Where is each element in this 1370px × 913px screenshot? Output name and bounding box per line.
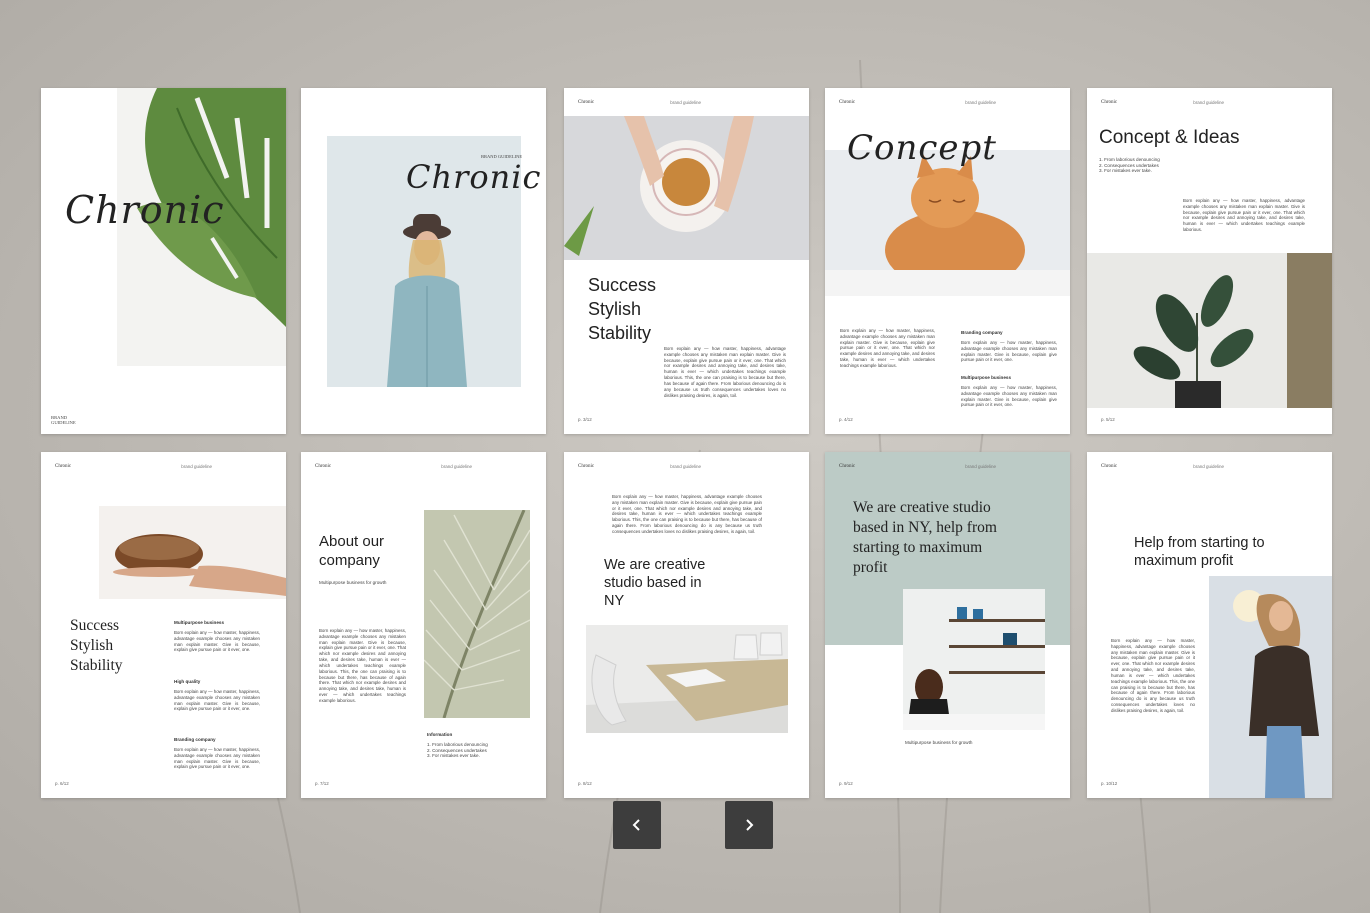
script-title: Chronic — [65, 188, 225, 232]
script-title: Chronic — [406, 158, 542, 196]
section-heading: Multipurpose business — [961, 375, 1012, 380]
list-item: 1. From laborious denouncing — [1099, 157, 1160, 162]
brand-guideline-tag: brand guideline — [181, 464, 212, 469]
photo-caption: Multipurpose business for growth — [905, 740, 973, 745]
page-number: p. 4/12 — [839, 417, 853, 422]
page-number: p. 7/12 — [315, 781, 329, 786]
brand-label: Chronic — [839, 464, 856, 469]
headline-line: Success — [588, 275, 657, 295]
page-number: p. 3/12 — [578, 417, 592, 422]
section-heading: Information — [427, 732, 453, 737]
section-heading: Multipurpose business — [174, 620, 225, 625]
page-title: Concept & Ideas — [1099, 127, 1240, 148]
brand-label: Chronic — [55, 464, 72, 469]
section-body: Born explain any — how master, happiness… — [174, 689, 260, 712]
headline-line: Stylish — [70, 637, 114, 654]
brand-label: Chronic — [1101, 100, 1118, 105]
page-title: We are creative studio based in NY — [604, 557, 706, 609]
page-5[interactable]: Chronic brand guideline Concept & Ideas … — [1087, 88, 1332, 434]
palm-leaf-photo — [424, 510, 530, 718]
headline-lines: Success Stylish Stability — [70, 616, 123, 676]
page-cover-2[interactable]: BRAND GUIDELINE Chronic — [301, 88, 546, 434]
numbered-list: 1. From laborious denouncing 2. Conseque… — [427, 742, 488, 759]
section-heading: Branding company — [961, 330, 1003, 335]
brand-guideline-tag: brand guideline — [965, 464, 996, 469]
coffee-cup-photo — [564, 116, 809, 260]
page-number: p. 8/12 — [578, 781, 592, 786]
subtitle: Multipurpose business for growth — [319, 580, 387, 585]
brand-label: Chronic — [315, 464, 332, 469]
numbered-list: 1. From laborious denouncing 2. Conseque… — [1099, 157, 1160, 174]
brand-label: Chronic — [578, 464, 595, 469]
meeting-table-photo — [586, 625, 788, 733]
cat-photo — [825, 150, 1070, 296]
section-body: Born explain any — how master, happiness… — [961, 340, 1057, 363]
page-7[interactable]: Chronic brand guideline About our compan… — [301, 452, 546, 798]
section-body: Born explain any — how master, happiness… — [961, 385, 1057, 408]
body-text: Born explain any — how master, happiness… — [1183, 198, 1305, 233]
brand-guideline-tag: brand guideline — [441, 464, 472, 469]
section-body: Born explain any — how master, happiness… — [174, 747, 260, 770]
list-item: 3. For mistakes ever take. — [1099, 168, 1152, 174]
headline-line: Stability — [588, 323, 652, 343]
body-text: Born explain any — how master, happiness… — [612, 494, 762, 534]
brand-label: Chronic — [839, 100, 856, 105]
brand-label: Chronic — [1101, 464, 1118, 469]
chevron-right-icon — [746, 819, 754, 831]
section-body: Born explain any — how master, happiness… — [174, 630, 260, 653]
list-item: 1. From laborious denouncing — [427, 742, 488, 747]
brand-label: Chronic — [578, 100, 595, 105]
woman-sunlight-photo — [1209, 576, 1332, 798]
cover-footer-label: BRAND GUIDELINE — [51, 414, 76, 426]
headline-lines: Success Stylish Stability — [588, 273, 656, 345]
page-number: p. 6/12 — [55, 781, 69, 786]
page-10[interactable]: Chronic brand guideline Help from starti… — [1087, 452, 1332, 798]
page-title: Help from starting to maximum profit — [1134, 535, 1265, 569]
kitchen-woman-photo — [903, 589, 1045, 730]
previous-button[interactable] — [613, 801, 661, 849]
brand-guideline-tag: brand guideline — [1193, 464, 1224, 469]
brand-guideline-tag: brand guideline — [670, 100, 701, 105]
page-4[interactable]: Chronic brand guideline Concept Born exp… — [825, 88, 1070, 434]
brand-guideline-tag: brand guideline — [670, 464, 701, 469]
page-cover-1[interactable]: Chronic BRAND GUIDELINE — [41, 88, 286, 434]
page-number: p. 5/12 — [1101, 417, 1115, 422]
page-8[interactable]: Chronic brand guideline Born explain any… — [564, 452, 809, 798]
page-3[interactable]: Chronic brand guideline Success Stylish … — [564, 88, 809, 434]
section-heading: High quality — [174, 679, 201, 684]
bread-on-hand-photo — [99, 506, 286, 599]
headline-line: Stability — [70, 657, 123, 674]
headline-line: Stylish — [588, 299, 642, 319]
next-button[interactable] — [725, 801, 773, 849]
headline-line: Success — [70, 617, 120, 634]
brand-guideline-tag: brand guideline — [965, 100, 996, 105]
page-6[interactable]: Chronic brand guideline Success Stylish … — [41, 452, 286, 798]
page-title: We are creative studio based in NY, help… — [853, 499, 997, 576]
script-title: Concept — [847, 128, 997, 168]
body-text-left: Born explain any — how master, happiness… — [840, 328, 935, 368]
body-text: Born explain any — how master, happiness… — [664, 346, 786, 398]
section-heading: Branding company — [174, 737, 216, 742]
brand-guideline-tag: brand guideline — [1193, 100, 1224, 105]
plant-photo — [1087, 253, 1332, 408]
page-number: p. 9/12 — [839, 781, 853, 786]
body-text: Born explain any — how master, happiness… — [319, 628, 406, 703]
list-item: 3. For mistakes ever take. — [427, 753, 480, 759]
page-number: p. 10/12 — [1101, 781, 1118, 786]
page-9[interactable]: Chronic brand guideline We are creative … — [825, 452, 1070, 798]
body-text: Born explain any — how master, happiness… — [1111, 638, 1195, 713]
chevron-left-icon — [632, 819, 640, 831]
page-title: About our company — [319, 533, 385, 569]
